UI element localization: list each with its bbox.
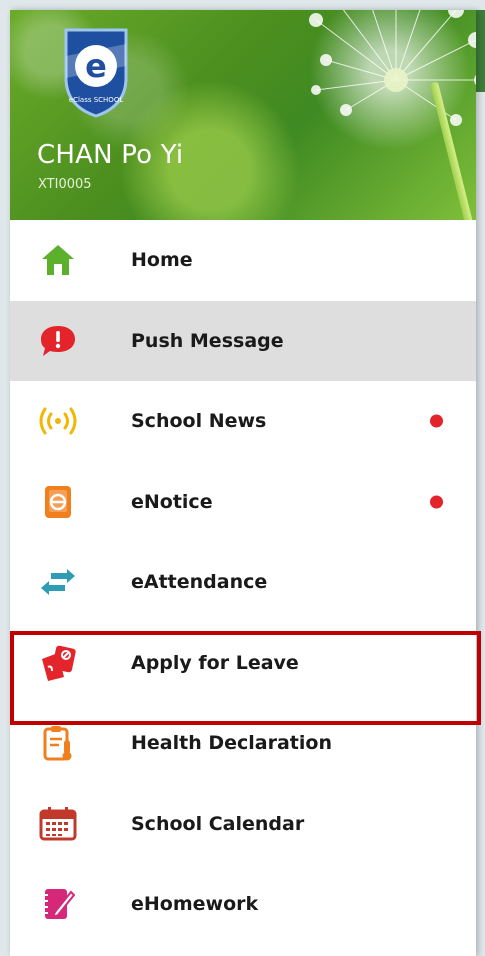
menu-item-push-message[interactable]: Push Message <box>10 300 476 381</box>
menu-item-label: Health Declaration <box>131 732 332 755</box>
menu-item-eattendance[interactable]: eAttendance <box>10 542 476 623</box>
eclass-school-logo: e eClass SCHOOL <box>64 28 128 118</box>
calendar-icon <box>38 804 78 844</box>
menu-item-label: eHomework <box>131 893 259 916</box>
unread-badge <box>430 495 443 509</box>
logo-text: eClass SCHOOL <box>69 96 124 104</box>
menu-item-label: eNotice <box>131 490 213 513</box>
menu-item-health-declaration[interactable]: Health Declaration <box>10 703 476 784</box>
unread-badge <box>430 414 443 428</box>
menu-item-school-calendar[interactable]: School Calendar <box>10 784 476 865</box>
user-name: CHAN Po Yi <box>37 140 184 170</box>
logo-letter: e <box>85 47 107 85</box>
broadcast-icon <box>38 401 78 441</box>
leave-icon <box>38 643 78 683</box>
user-id: XTI0005 <box>38 177 92 192</box>
menu-item-label: Home <box>131 249 193 272</box>
menu-item-home[interactable]: Home <box>10 220 476 301</box>
drawer-menu: Home Push Message School News eNotice eA… <box>10 220 476 945</box>
homework-icon <box>38 884 78 924</box>
navigation-drawer: e eClass SCHOOL CHAN Po Yi XTI0005 Home … <box>10 10 476 956</box>
menu-item-ehomework[interactable]: eHomework <box>10 864 476 945</box>
menu-item-school-news[interactable]: School News <box>10 381 476 462</box>
menu-item-label: School Calendar <box>131 812 305 835</box>
menu-item-label: eAttendance <box>131 571 268 594</box>
menu-item-label: School News <box>131 410 267 433</box>
menu-item-label: Push Message <box>131 329 284 352</box>
swap-arrows-icon <box>38 562 78 602</box>
health-clipboard-icon <box>38 723 78 763</box>
drawer-header: e eClass SCHOOL CHAN Po Yi XTI0005 <box>10 10 476 220</box>
menu-item-apply-for-leave[interactable]: Apply for Leave <box>10 623 476 704</box>
home-icon <box>38 240 78 280</box>
notice-icon <box>38 482 78 522</box>
push-message-icon <box>38 321 78 361</box>
menu-item-label: Apply for Leave <box>131 651 299 674</box>
menu-item-enotice[interactable]: eNotice <box>10 462 476 543</box>
